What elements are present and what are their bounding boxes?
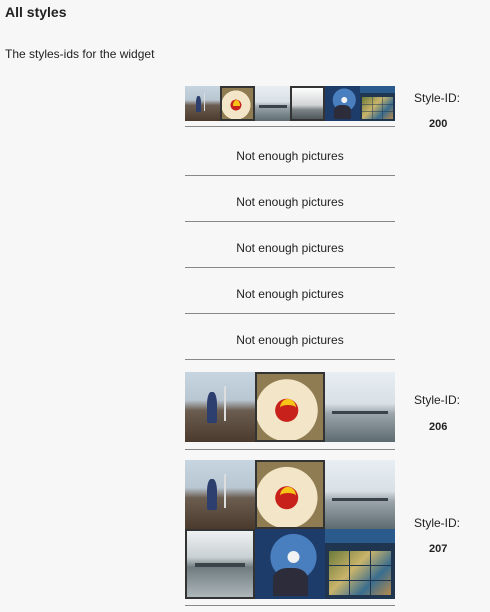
thumbnail-dock[interactable]	[185, 529, 255, 599]
thumbnail-kid-on-pier[interactable]	[185, 86, 220, 121]
not-enough-pictures-message: Not enough pictures	[236, 241, 344, 255]
row-separator	[185, 221, 395, 222]
thumbnail-pier[interactable]	[325, 460, 395, 529]
page-title: All styles	[5, 4, 67, 20]
style-id-label: Style-ID:	[414, 91, 461, 105]
thumbnail-kid-on-pier[interactable]	[185, 372, 255, 442]
thumbnail-blue-party[interactable]	[325, 86, 360, 121]
thumbnail-mcdonalds-fries[interactable]	[255, 372, 325, 442]
thumbnail-mcdonalds-fries[interactable]	[255, 460, 325, 529]
style-id-value: 206	[429, 421, 448, 433]
thumbnail-app-screenshot[interactable]	[325, 529, 395, 599]
not-enough-pictures-message: Not enough pictures	[236, 287, 344, 301]
row-separator	[185, 605, 395, 606]
row-separator	[185, 126, 395, 127]
style-id-value: 200	[429, 118, 448, 130]
page-subtitle: The styles-ids for the widget	[5, 47, 155, 61]
thumbnail-kid-on-pier[interactable]	[185, 460, 255, 529]
not-enough-pictures-message: Not enough pictures	[236, 333, 344, 347]
row-separator	[185, 449, 395, 450]
thumbnail-pier[interactable]	[255, 86, 290, 121]
row-separator	[185, 175, 395, 176]
thumbnail-grid-row-2	[185, 529, 395, 599]
thumbnail-pier[interactable]	[325, 372, 395, 442]
thumbnail-bw-landscape[interactable]	[290, 86, 325, 121]
style-id-label: Style-ID:	[414, 393, 461, 407]
thumbnail-strip	[185, 372, 395, 442]
not-enough-pictures-message: Not enough pictures	[236, 149, 344, 163]
row-separator	[185, 313, 395, 314]
thumbnail-mcdonalds-fries[interactable]	[220, 86, 255, 121]
thumbnail-app-screenshot[interactable]	[360, 86, 395, 121]
thumbnail-strip	[185, 86, 395, 121]
thumbnail-blue-party[interactable]	[255, 529, 325, 599]
style-id-value: 207	[429, 543, 448, 555]
style-id-label: Style-ID:	[414, 516, 461, 530]
row-separator	[185, 359, 395, 360]
not-enough-pictures-message: Not enough pictures	[236, 195, 344, 209]
thumbnail-grid-row-1	[185, 460, 395, 529]
row-separator	[185, 267, 395, 268]
